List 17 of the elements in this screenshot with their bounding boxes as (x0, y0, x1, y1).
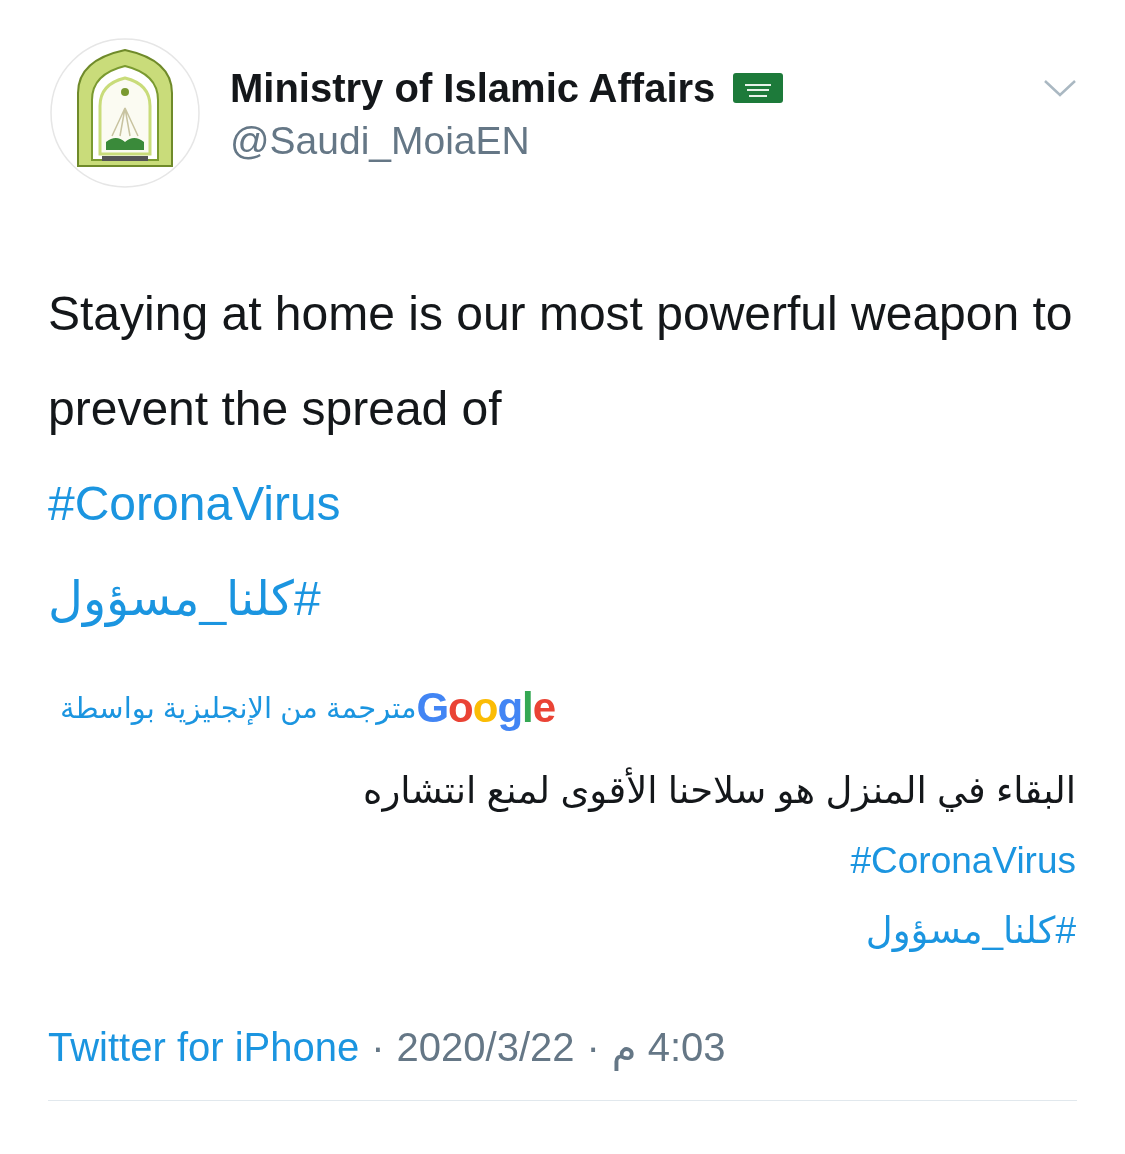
hashtag-link[interactable]: #كلنا_مسؤول (48, 551, 1083, 646)
hashtag-link[interactable]: #CoronaVirus (48, 456, 1083, 551)
tweet-text: البقاء في المنزل هو سلاحنا الأقوى لمنع انتشاره (48, 756, 1076, 826)
hashtag-link[interactable]: #كلنا_مسؤول (48, 896, 1076, 966)
tweet-date: 2020/3/22 (396, 1025, 575, 1070)
separator-dot: · (586, 1025, 600, 1070)
account-name[interactable]: Ministry of Islamic Affairs (230, 64, 716, 112)
hashtag-link[interactable]: #CoronaVirus (48, 826, 1076, 896)
account-handle[interactable]: @Saudi_MoiaEN (230, 116, 1043, 166)
tweet-text: Staying at home is our most powerful weapon to prevent the spread of (48, 286, 1074, 437)
google-logo: Google (416, 684, 556, 732)
flag-icon (733, 71, 784, 105)
avatar-emblem-drawing[interactable] (50, 38, 200, 188)
source-link[interactable]: Twitter for iPhone (48, 1025, 360, 1070)
separator-dot: · (371, 1025, 385, 1070)
tweet-time: 4:03 م (611, 1024, 726, 1070)
translated-by-link[interactable]: مترجمة من الإنجليزية بواسطة (60, 691, 417, 725)
